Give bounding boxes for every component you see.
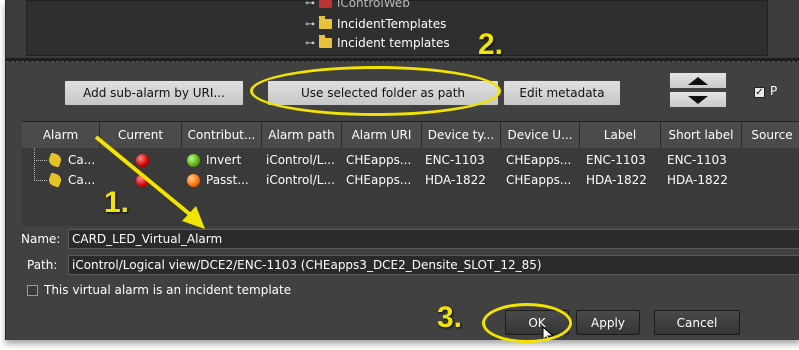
callout-step1: 1.	[104, 186, 130, 219]
callout-arrow	[94, 135, 205, 229]
callout-step2: 2.	[478, 28, 504, 61]
callout-step3: 3.	[437, 301, 463, 334]
